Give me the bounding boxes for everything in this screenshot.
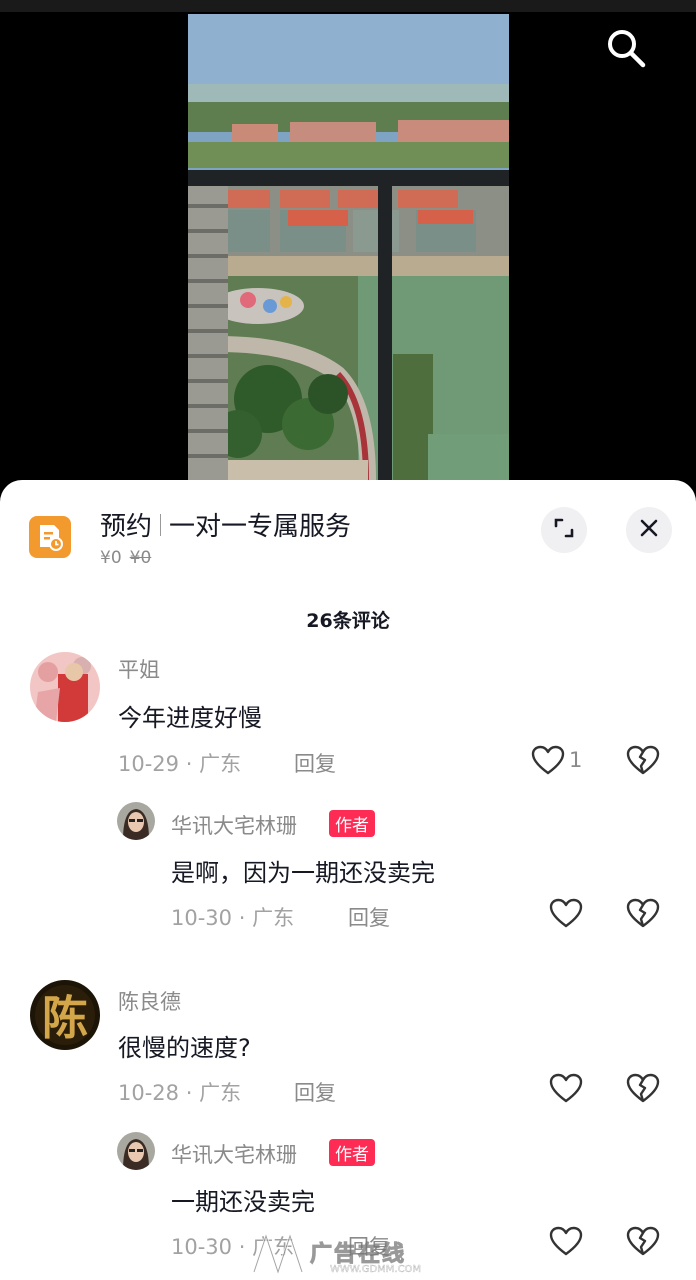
reply-button[interactable]: 回复: [294, 748, 336, 778]
reply-date: 10-30: [171, 1235, 233, 1259]
dislike-button[interactable]: [623, 1070, 663, 1110]
close-button[interactable]: [626, 507, 672, 553]
comment-date: 10-29: [118, 752, 180, 776]
dislike-button[interactable]: [623, 1223, 663, 1263]
reply-meta: 10-30 · 广东: [171, 902, 294, 932]
comment-text: 很慢的速度?: [118, 1034, 251, 1062]
meta-separator: ·: [185, 1081, 193, 1105]
comment-text: 今年进度好慢: [118, 704, 262, 732]
avatar-letter: 陈: [42, 991, 88, 1045]
reply-text: 一期还没卖完: [171, 1188, 315, 1216]
broken-heart-icon: [626, 898, 660, 932]
comment-location: 广东: [199, 752, 242, 776]
comment-meta: 10-28 · 广东: [118, 1077, 241, 1107]
heart-icon: [549, 1226, 583, 1260]
calendar-clock-icon: [29, 516, 71, 558]
original-price: ¥0: [129, 548, 152, 568]
meta-separator: ·: [238, 1235, 246, 1259]
search-button[interactable]: [600, 26, 652, 74]
video-player[interactable]: [0, 0, 696, 500]
comment-username[interactable]: 平姐: [118, 654, 160, 684]
status-bar: [0, 0, 696, 12]
reply-date: 10-30: [171, 906, 233, 930]
reply-username[interactable]: 华讯大宅林珊: [171, 810, 297, 840]
promo-price: ¥0 ¥0: [100, 548, 151, 568]
comment-meta: 10-29 · 广东: [118, 748, 241, 778]
close-icon: [639, 518, 659, 542]
dislike-button[interactable]: [623, 895, 663, 935]
watermark-logo-icon: [252, 1231, 304, 1277]
current-price: ¥0: [100, 548, 122, 568]
broken-heart-icon: [626, 1226, 660, 1260]
meta-separator: ·: [185, 752, 193, 776]
promo-label: 预约: [100, 512, 153, 542]
reply-location: 广东: [252, 906, 295, 930]
author-avatar[interactable]: [117, 802, 155, 840]
reply-button[interactable]: 回复: [348, 902, 390, 932]
promo-title: 预约 一对一专属服务: [100, 506, 351, 543]
video-frame[interactable]: [188, 14, 509, 480]
author-avatar[interactable]: [117, 1132, 155, 1170]
divider: [160, 513, 162, 536]
booking-promo[interactable]: 预约 一对一专属服务 ¥0 ¥0: [0, 480, 696, 590]
expand-button[interactable]: [541, 507, 587, 553]
comment-username[interactable]: 陈良德: [118, 986, 181, 1016]
comments-sheet: 预约 一对一专属服务 ¥0 ¥0 26条评论 平姐 今年进度好慢 10-29 ·…: [0, 480, 696, 1280]
broken-heart-icon: [626, 745, 660, 779]
author-badge: 作者: [329, 810, 375, 837]
reply-button[interactable]: 回复: [294, 1077, 336, 1107]
comment-date: 10-28: [118, 1081, 180, 1105]
like-button[interactable]: [546, 1223, 586, 1263]
video-scene-image: [188, 14, 509, 480]
reply-username[interactable]: 华讯大宅林珊: [171, 1139, 297, 1169]
promo-subtitle: 一对一专属服务: [169, 512, 352, 542]
author-badge: 作者: [329, 1139, 375, 1166]
dislike-button[interactable]: [623, 742, 663, 782]
watermark-url: WWW.GDMM.COM: [330, 1264, 422, 1275]
heart-icon: [531, 745, 565, 779]
like-button[interactable]: [546, 1070, 586, 1110]
comment-count: 26条评论: [306, 610, 390, 632]
heart-icon: [549, 898, 583, 932]
expand-icon: [553, 517, 575, 543]
meta-separator: ·: [238, 906, 246, 930]
avatar[interactable]: 陈: [30, 980, 100, 1050]
comment-location: 广东: [199, 1081, 242, 1105]
reply-text: 是啊，因为一期还没卖完: [171, 859, 435, 887]
watermark: 广告在线 WWW.GDMM.COM: [248, 1226, 458, 1280]
broken-heart-icon: [626, 1073, 660, 1107]
like-count: 1: [569, 748, 583, 772]
search-icon: [605, 27, 647, 73]
like-button[interactable]: [546, 895, 586, 935]
like-button[interactable]: [528, 742, 568, 782]
heart-icon: [549, 1073, 583, 1107]
avatar[interactable]: [30, 652, 100, 722]
